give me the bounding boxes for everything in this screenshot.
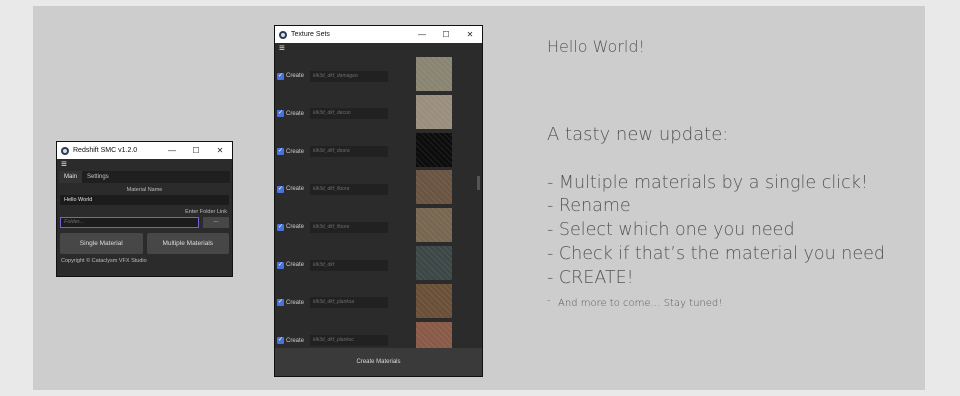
create-checkbox[interactable]: ✓ [277, 223, 284, 231]
texture-name-input[interactable]: klk3d_dkf [310, 259, 388, 271]
create-checkbox[interactable]: ✓ [277, 261, 284, 269]
copyright-text: Copyright © Cataclysm VFX Studio [61, 258, 147, 264]
more-to-come-text: And more to come… Stay tuned! [558, 298, 723, 309]
texture-thumbnail[interactable] [416, 246, 452, 280]
multiple-materials-button[interactable]: Multiple Materials [146, 233, 229, 254]
smc-tabs: Main Settings [59, 171, 230, 183]
folder-input[interactable]: Folder... [60, 217, 199, 228]
bullet-item: - Check if that’s the material you need [547, 244, 885, 264]
texture-name-input[interactable]: klk3d_dkf_floora [310, 183, 388, 195]
close-icon[interactable]: ✕ [458, 30, 482, 39]
texture-thumbnail[interactable] [416, 57, 452, 91]
texture-name-input[interactable]: klk3d_dkf_doora [310, 146, 388, 158]
create-label: Create [286, 224, 305, 231]
minimize-icon[interactable]: — [410, 30, 434, 39]
create-label: Create [286, 73, 305, 79]
create-label: Create [286, 148, 305, 155]
maximize-icon[interactable]: ☐ [184, 146, 208, 155]
tab-settings[interactable]: Settings [82, 171, 114, 183]
folder-link-label: Enter Folder Link [185, 209, 227, 215]
material-name-input[interactable]: Hello World [60, 195, 229, 205]
create-label: Create [286, 337, 305, 344]
hamburger-menu-icon[interactable]: ≡ [57, 159, 232, 171]
texture-name-input[interactable]: klk3d_dkf_decoo [310, 108, 388, 120]
bullet-item: - Rename [547, 196, 631, 216]
smc-titlebar: Redshift SMC v1.2.0 — ☐ ✕ [57, 142, 232, 159]
texture-thumbnail[interactable] [416, 94, 452, 129]
create-label: Create [286, 299, 305, 306]
app-icon [61, 146, 69, 155]
bullet-item: - CREATE! [547, 268, 634, 288]
texture-thumbnail[interactable] [416, 170, 452, 205]
texture-name-input[interactable]: klk3d_dkf_damageo [310, 70, 388, 82]
create-checkbox[interactable]: ✓ [277, 148, 284, 156]
texture-name-input[interactable]: klk3d_dkf_planksc [310, 335, 388, 347]
texture-thumbnail[interactable] [416, 283, 452, 318]
minimize-icon[interactable]: — [160, 146, 184, 155]
bullet-item: - Multiple materials by a single click! [547, 173, 868, 193]
hello-heading: Hello World! [547, 37, 645, 56]
redshift-smc-window: Redshift SMC v1.2.0 — ☐ ✕ ≡ Main Setting… [56, 141, 233, 277]
texture-thumbnail[interactable] [416, 208, 452, 243]
texture-name-input[interactable]: klk3d_dkf_floore [310, 221, 388, 233]
bullet-item: - Select which one you need [547, 220, 795, 240]
create-materials-button[interactable]: Create Materials [275, 348, 482, 376]
create-checkbox[interactable]: ✓ [277, 337, 284, 345]
hamburger-menu-icon[interactable]: ≡ [275, 43, 482, 55]
texture-name-input[interactable]: klk3d_dkf_planksa [310, 297, 388, 309]
texture-set-list: ✓ Create klk3d_dkf_damageo ✓ Create klk3d_dkf… [275, 55, 482, 360]
create-checkbox[interactable]: ✓ [277, 72, 284, 80]
tex-window-title: Texture Sets [291, 31, 330, 38]
single-material-button[interactable]: Single Material [60, 233, 143, 254]
more-dash: - [547, 295, 551, 306]
create-checkbox[interactable]: ✓ [277, 110, 284, 118]
create-checkbox[interactable]: ✓ [277, 299, 284, 307]
scrollbar-handle[interactable] [477, 176, 480, 190]
update-heading: A tasty new update: [547, 124, 729, 145]
tab-main[interactable]: Main [59, 171, 83, 183]
maximize-icon[interactable]: ☐ [434, 30, 458, 39]
tex-titlebar: Texture Sets — ☐ ✕ [275, 26, 482, 43]
smc-window-title: Redshift SMC v1.2.0 [73, 147, 138, 154]
texture-thumbnail[interactable] [416, 132, 452, 167]
browse-button[interactable]: ... [203, 217, 229, 228]
create-label: Create [286, 262, 305, 268]
create-label: Create [286, 186, 305, 193]
close-icon[interactable]: ✕ [208, 146, 232, 155]
create-checkbox[interactable]: ✓ [277, 185, 284, 193]
create-label: Create [286, 110, 305, 117]
material-name-label: Material Name [126, 187, 163, 193]
texture-sets-window: Texture Sets — ☐ ✕ ≡ ✓ Create klk3d_dkf_da… [274, 25, 483, 377]
app-icon [279, 30, 287, 39]
